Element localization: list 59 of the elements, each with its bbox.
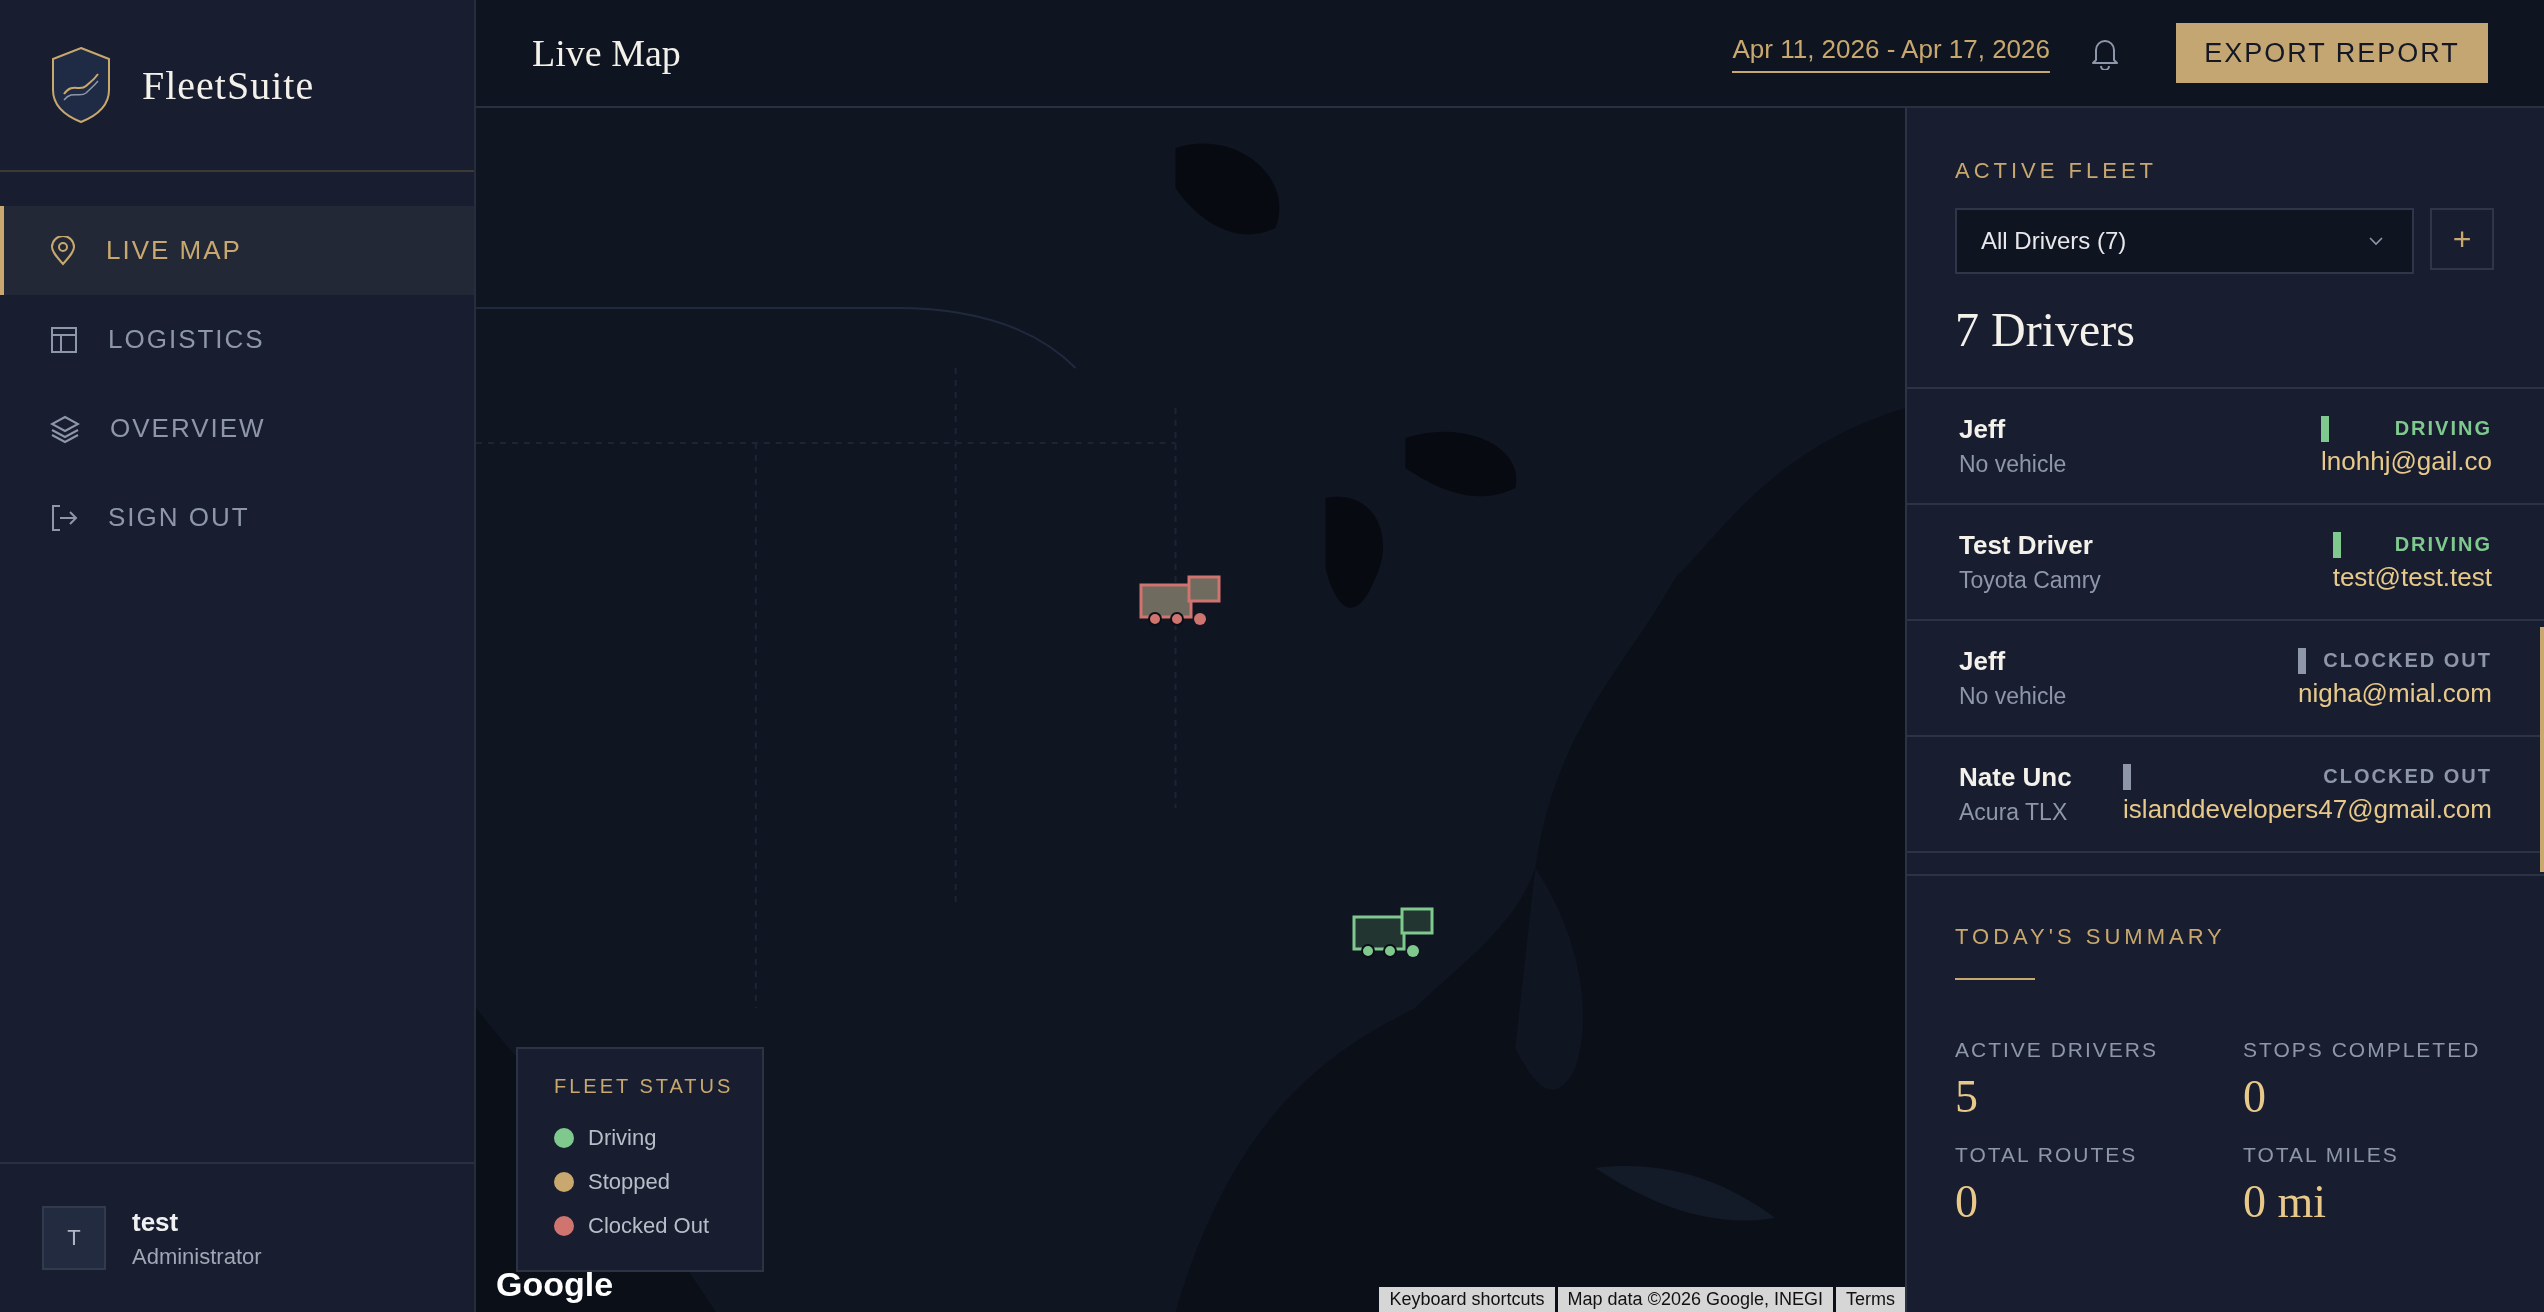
- driver-status: DRIVING: [2394, 533, 2492, 556]
- driver-email: nigha@mial.com: [2297, 677, 2492, 709]
- stat-value: 0: [2243, 1070, 2267, 1123]
- user-avatar: T: [42, 1206, 106, 1270]
- date-range-picker[interactable]: Apr 11, 2026 - Apr 17, 2026: [1732, 33, 2050, 73]
- legend-title: FLEET STATUS: [554, 1075, 735, 1098]
- driver-email: lnohhj@gail.co: [2321, 445, 2492, 477]
- truck-marker-icon[interactable]: [1139, 575, 1222, 628]
- section-title: ACTIVE FLEET: [1955, 158, 2159, 184]
- driver-name: Jeff: [1959, 646, 2007, 677]
- driver-status: CLOCKED OUT: [2323, 765, 2492, 788]
- driver-email: test@test.test: [2332, 561, 2492, 593]
- user-role: Administrator: [132, 1243, 262, 1270]
- layers-icon: [50, 413, 80, 444]
- layout-icon: [50, 325, 78, 354]
- stat-value: 0 mi: [2243, 1175, 2328, 1228]
- driver-email: islanddevelopers47@gmail.com: [2123, 793, 2492, 825]
- stat-label: TOTAL MILES: [2243, 1143, 2400, 1167]
- brand-name: FleetSuite: [142, 61, 315, 109]
- driver-name: Test Driver: [1959, 530, 2094, 561]
- driver-count: 7 Drivers: [1955, 302, 2136, 357]
- attribution-link[interactable]: Map data ©2026 Google, INEGI: [1557, 1287, 1833, 1312]
- legend-label: Clocked Out: [588, 1213, 710, 1239]
- export-report-button[interactable]: EXPORT REPORT: [2176, 23, 2488, 83]
- stat-label: TOTAL ROUTES: [1955, 1143, 2139, 1167]
- nav-item[interactable]: LIVE MAP: [0, 206, 474, 295]
- stat-value: 5: [1955, 1070, 1979, 1123]
- shield-logo-icon: [50, 46, 112, 124]
- stat-label: STOPS COMPLETED: [2243, 1038, 2482, 1062]
- driver-status: CLOCKED OUT: [2323, 649, 2492, 672]
- truck-marker-icon[interactable]: [1351, 907, 1434, 960]
- page-title: Live Map: [532, 31, 681, 75]
- map-pin-icon: [50, 235, 76, 266]
- scrollbar-thumb[interactable]: [2540, 627, 2544, 872]
- nav-item[interactable]: OVERVIEW: [0, 384, 474, 473]
- sign-out-icon: [50, 503, 78, 532]
- driver-name: Jeff: [1959, 414, 2007, 445]
- map-logo: Google: [496, 1265, 614, 1304]
- legend-label: Driving: [588, 1125, 657, 1151]
- chevron-down-icon: [2368, 236, 2384, 246]
- section-title: TODAY'S SUMMARY: [1955, 924, 2227, 950]
- vehicle-name: No vehicle: [1959, 683, 2067, 710]
- add-driver-button[interactable]: +: [2430, 208, 2494, 270]
- driver-row[interactable]: Jeff No vehicle DRIVING lnohhj@gail.co: [1907, 389, 2544, 505]
- user-name: test: [132, 1206, 180, 1238]
- vehicle-name: Acura TLX: [1959, 799, 2069, 826]
- nav-item[interactable]: SIGN OUT: [0, 473, 474, 562]
- vehicle-name: No vehicle: [1959, 451, 2067, 478]
- stat-label: ACTIVE DRIVERS: [1955, 1038, 2160, 1062]
- driver-name: Nate Unc: [1959, 762, 2072, 793]
- legend-label: Stopped: [588, 1169, 670, 1195]
- attribution-link[interactable]: Terms: [1836, 1287, 1905, 1312]
- driver-status: DRIVING: [2394, 417, 2492, 440]
- driver-filter-dropdown[interactable]: All Drivers (7): [1955, 208, 2414, 274]
- attribution-link[interactable]: Keyboard shortcuts: [1379, 1287, 1555, 1312]
- driver-row[interactable]: Test Driver Toyota Camry DRIVING test@test.test: [1907, 505, 2544, 621]
- vehicle-name: Toyota Camry: [1959, 567, 2101, 594]
- stat-value: 0: [1955, 1175, 1979, 1228]
- nav-item[interactable]: LOGISTICS: [0, 295, 474, 384]
